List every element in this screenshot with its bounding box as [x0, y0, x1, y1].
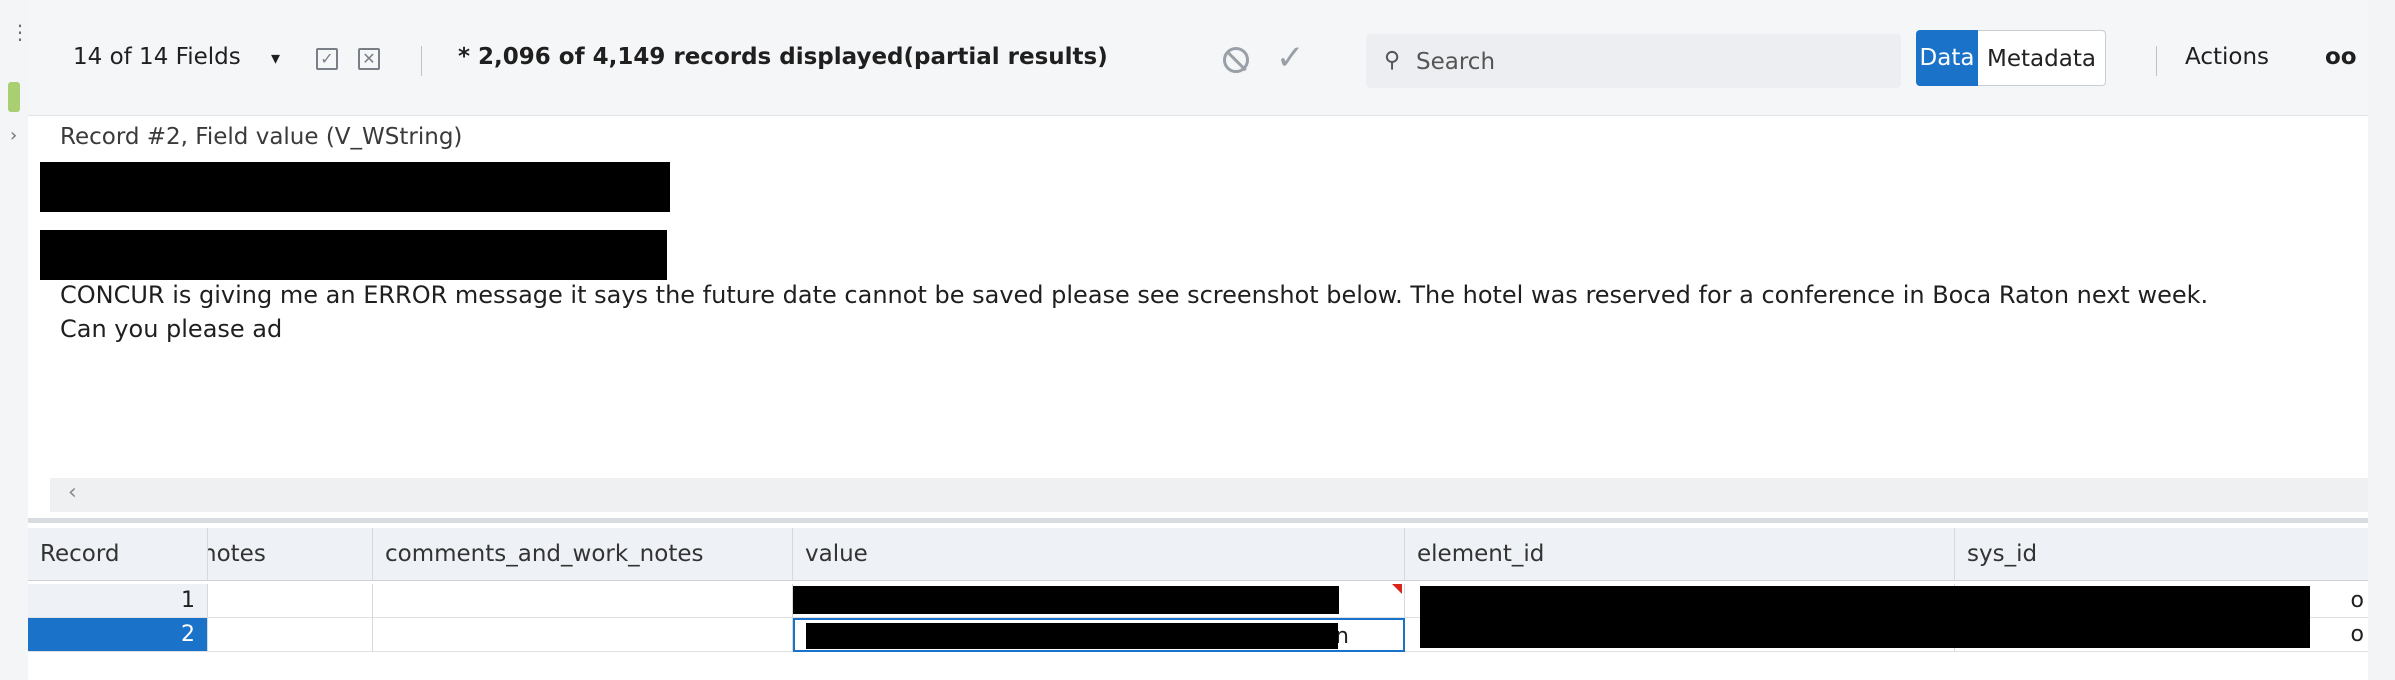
records-count: * 2,096 of 4,149 records displayed(parti…: [458, 44, 1108, 70]
column-header-value[interactable]: value: [793, 528, 1405, 580]
search-icon: ⚲: [1384, 48, 1401, 73]
cancel-icon[interactable]: [1223, 47, 1249, 73]
splitter[interactable]: [28, 518, 2368, 523]
vertical-scrollbar[interactable]: [2368, 0, 2395, 680]
select-all-icon[interactable]: ✓: [316, 48, 338, 70]
comments-cell[interactable]: [373, 618, 793, 652]
redacted-block: [793, 586, 1339, 614]
left-rail: ⋮ ›: [0, 0, 30, 680]
search-box: ⚲: [1366, 34, 1901, 88]
field-caption: Record #2, Field value (V_WString): [60, 124, 463, 150]
menu-icon[interactable]: ⋮: [10, 20, 30, 44]
notes-cell[interactable]: [208, 584, 373, 618]
results-toolbar: 14 of 14 Fields ▾ ✓ ✕ * 2,096 of 4,149 r…: [28, 0, 2368, 116]
deselect-icon[interactable]: ✕: [358, 48, 380, 70]
notes-cell[interactable]: [208, 618, 373, 652]
fields-selector[interactable]: 14 of 14 Fields: [73, 44, 241, 70]
dropdown-caret-icon[interactable]: ▾: [271, 48, 280, 69]
modified-marker: [1392, 584, 1402, 594]
column-header-comments[interactable]: comments_and_work_notes: [373, 528, 793, 580]
message-line: Can you please ad: [60, 315, 283, 343]
value-cell[interactable]: [793, 584, 1405, 618]
column-header-element-id[interactable]: element_id: [1405, 528, 1955, 580]
panel-indicator[interactable]: [8, 82, 20, 112]
comments-cell[interactable]: [373, 584, 793, 618]
toolbar-divider: [421, 46, 422, 76]
overflow-menu[interactable]: oo: [2325, 44, 2357, 70]
toolbar-divider: [2156, 46, 2157, 76]
column-header-sys-id[interactable]: sys_id: [1955, 528, 2368, 580]
redacted-block: [40, 162, 670, 212]
record-cell[interactable]: 1: [28, 584, 208, 618]
redacted-block: [1420, 586, 2310, 648]
grid-header: Record notes comments_and_work_notes val…: [28, 528, 2368, 581]
message-line: CONCUR is giving me an ERROR message it …: [60, 281, 2209, 309]
record-cell-selected[interactable]: 2: [28, 618, 208, 652]
horizontal-scrollbar[interactable]: ‹: [50, 478, 2368, 512]
chevron-right-icon[interactable]: ›: [10, 125, 17, 146]
tab-metadata[interactable]: Metadata: [1978, 30, 2106, 86]
scroll-left-icon[interactable]: ‹: [68, 480, 77, 505]
redacted-block: [40, 230, 667, 280]
redacted-block: [806, 623, 1338, 649]
check-icon[interactable]: ✓: [1276, 38, 1305, 78]
column-header-notes[interactable]: notes: [208, 528, 373, 580]
tab-data[interactable]: Data: [1916, 30, 1978, 86]
field-value-text: CONCUR is giving me an ERROR message it …: [60, 278, 2360, 346]
search-input[interactable]: [1414, 42, 1888, 82]
actions-menu[interactable]: Actions: [2185, 44, 2269, 70]
column-header-record[interactable]: Record: [28, 528, 208, 580]
